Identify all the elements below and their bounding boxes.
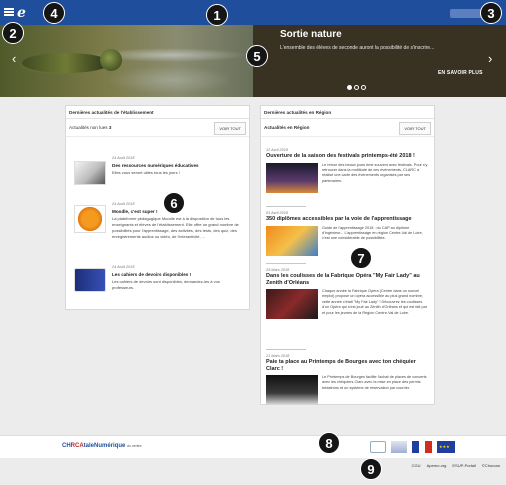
- news-title[interactable]: Ouverture de la saison des festivals pri…: [266, 153, 431, 160]
- hero-title: Sortie nature: [280, 29, 342, 40]
- news-desc: Guide de l'apprentissage 2018 : du CAP a…: [322, 225, 423, 241]
- news-body: Le retour des beaux jours rime souvent a…: [266, 162, 431, 193]
- news-separator: [266, 206, 306, 207]
- school-news-panel: Dernières actualités de l'établissement …: [65, 105, 250, 310]
- news-separator: [266, 349, 306, 350]
- footer-link-apereo[interactable]: Apereo.org: [427, 463, 447, 468]
- region-news-item[interactable]: 03 Avril 2018 350 diplômes accessibles p…: [266, 211, 431, 256]
- carousel-dot[interactable]: [354, 85, 359, 90]
- carousel-dots: [347, 85, 366, 90]
- marker-4: 4: [43, 2, 65, 24]
- eu-flag-icon[interactable]: [437, 441, 455, 453]
- news-title[interactable]: Moodle, c'est super !: [112, 209, 158, 214]
- carousel-next-icon[interactable]: ›: [488, 52, 492, 65]
- menu-icon[interactable]: [4, 8, 14, 16]
- footer-logo[interactable]: CHRCAtaleNumérique du centre: [62, 443, 142, 449]
- france-flag-icon[interactable]: [412, 441, 433, 453]
- footer-link-esup[interactable]: ESUP-Portail: [452, 463, 476, 468]
- portal-page: e Sortie nature L'ensemble des élèves de…: [0, 0, 506, 485]
- region-news-item[interactable]: 21 Mars 2018 Paie ta place au Printemps …: [266, 354, 431, 405]
- footer-links: CGU Apereo.org ESUP-Portail ©Chorcan: [412, 463, 500, 468]
- news-date: 03 Avril 2018: [266, 211, 288, 215]
- news-title[interactable]: Des ressources numériques éducatives: [112, 163, 199, 168]
- panel-title: Dernières actualités en Région: [261, 106, 434, 119]
- concert-thumbnail: [266, 375, 318, 405]
- hero-text: L'ensemble des élèves de seconde auront …: [280, 45, 435, 51]
- see-all-button[interactable]: VOIR TOUT: [214, 122, 246, 135]
- news-body: Le Printemps de Bourges facilite l'achat…: [266, 375, 431, 405]
- news-date: 29 Mars 2018: [266, 268, 290, 272]
- marker-5: 5: [246, 45, 268, 67]
- news-desc: La plateforme pédagogique Moodle est à l…: [112, 216, 239, 239]
- footer-logo-sub: du centre: [127, 444, 142, 448]
- footer-link-copyright[interactable]: ©Chorcan: [482, 463, 500, 468]
- top-bar: e: [0, 0, 506, 25]
- marker-2: 2: [2, 22, 24, 44]
- news-title[interactable]: Paie ta place au Printemps de Bourges av…: [266, 359, 431, 372]
- dragonfly-head: [100, 49, 122, 71]
- news-date: 21 Mars 2018: [266, 354, 290, 358]
- marker-7: 7: [350, 247, 372, 269]
- news-date: 12 Avril 2018: [266, 148, 288, 152]
- brand-logo[interactable]: e: [17, 5, 26, 21]
- unread-count: 3: [108, 125, 112, 130]
- news-body: Guide de l'apprentissage 2018 : du CAP a…: [266, 225, 431, 256]
- panel-title: Dernières actualités de l'établissement: [66, 106, 249, 119]
- panel-subheader: Actualités non lues 3 VOIR TOUT: [66, 119, 249, 137]
- news-date: 24 Août 2018: [112, 156, 135, 160]
- partner-logo[interactable]: [370, 441, 386, 453]
- bottom-links-bar: CGU Apereo.org ESUP-Portail ©Chorcan: [0, 458, 506, 485]
- news-desc: Elles vous seront utiles tous les jours …: [112, 170, 180, 175]
- news-desc: Le retour des beaux jours rime souvent a…: [322, 162, 428, 183]
- hero-image: [0, 25, 253, 97]
- news-separator: [266, 263, 306, 264]
- news-date: 24 Août 2018: [112, 265, 135, 269]
- unread-label: Actualités non lues 3: [69, 125, 112, 130]
- apprenticeship-thumbnail: [266, 225, 318, 256]
- opera-thumbnail: [266, 289, 318, 319]
- marker-6: 6: [163, 192, 185, 214]
- marker-3: 3: [480, 2, 502, 24]
- festival-thumbnail: [266, 162, 318, 193]
- news-date: 24 Août 2018: [112, 202, 135, 206]
- hero-more-link[interactable]: EN SAVOIR PLUS: [438, 70, 483, 76]
- news-title[interactable]: Dans les coulisses de la Fabrique Opéra …: [266, 273, 431, 286]
- marker-8: 8: [318, 432, 340, 454]
- news-desc: Le Printemps de Bourges facilite l'achat…: [322, 375, 427, 390]
- carousel-dot[interactable]: [361, 85, 366, 90]
- news-body: Chaque année la Fabrique Opéra (Centre d…: [266, 289, 431, 319]
- notebook-thumbnail: [74, 268, 106, 292]
- dragonfly-body: [22, 53, 110, 73]
- footer: CHRCAtaleNumérique du centre: [0, 435, 506, 458]
- moodle-thumbnail: [74, 205, 106, 233]
- marker-1: 1: [206, 4, 228, 26]
- footer-link-cgu[interactable]: CGU: [412, 463, 421, 468]
- partner-logo[interactable]: [391, 441, 407, 453]
- news-title[interactable]: 350 diplômes accessibles par la voie de …: [266, 216, 431, 223]
- marker-9: 9: [360, 458, 382, 480]
- news-thumbnail: [74, 161, 106, 185]
- partner-logos: [370, 441, 455, 453]
- region-news-item[interactable]: 29 Mars 2018 Dans les coulisses de la Fa…: [266, 268, 431, 319]
- news-desc: Les cahiers de devoirs sont disponibles,…: [112, 279, 220, 290]
- region-news-item[interactable]: 12 Avril 2018 Ouverture de la saison des…: [266, 148, 431, 193]
- panel-subheader: Actualités en Région VOIR TOUT: [261, 119, 434, 137]
- region-news-panel: Dernières actualités en Région Actualité…: [260, 105, 435, 405]
- see-all-button[interactable]: VOIR TOUT: [399, 122, 431, 135]
- carousel-dot[interactable]: [347, 85, 352, 90]
- news-desc: Chaque année la Fabrique Opéra (Centre d…: [322, 289, 427, 315]
- region-news-label: Actualités en Région: [264, 125, 310, 130]
- carousel-prev-icon[interactable]: ‹: [12, 52, 16, 65]
- news-title[interactable]: Les cahiers de devoirs disponibles !: [112, 272, 191, 277]
